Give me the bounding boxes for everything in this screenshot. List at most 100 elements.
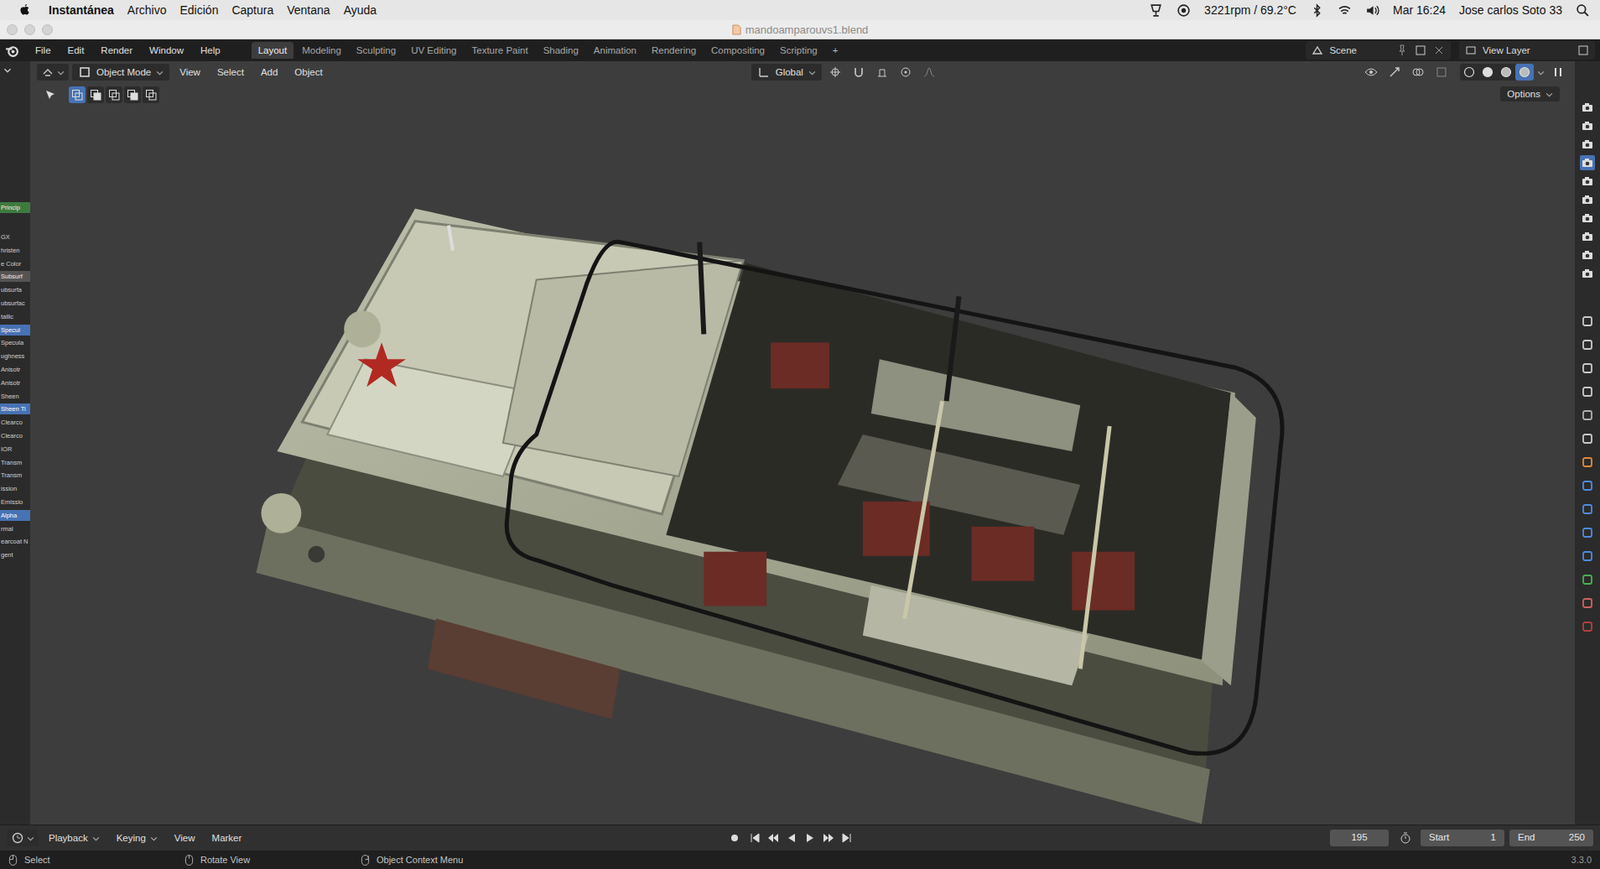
- render-toggle[interactable]: [1579, 136, 1595, 152]
- jump-start-icon[interactable]: [748, 831, 762, 845]
- socket-label[interactable]: Emissio: [0, 496, 31, 508]
- property-tab[interactable]: [1580, 502, 1595, 516]
- socket-label[interactable]: IOR: [0, 443, 31, 455]
- volume-icon[interactable]: [1365, 3, 1380, 18]
- socket-label[interactable]: earcoat N: [0, 535, 31, 547]
- socket-label[interactable]: Sheen Ti: [0, 403, 31, 415]
- menu-item[interactable]: Captura: [231, 3, 274, 17]
- workspace-tab[interactable]: UV Editing: [404, 41, 463, 59]
- app-menu-item[interactable]: File: [27, 42, 59, 58]
- snap-icon[interactable]: [851, 65, 866, 79]
- property-tab[interactable]: [1580, 314, 1595, 328]
- render-toggle[interactable]: [1579, 228, 1595, 245]
- socket-label[interactable]: GX: [0, 231, 31, 243]
- workspace-tab[interactable]: Animation: [587, 41, 644, 59]
- timeline-menu[interactable]: Keying: [109, 831, 165, 845]
- workspace-tab[interactable]: Compositing: [704, 41, 772, 59]
- snap-target-icon[interactable]: [875, 65, 889, 79]
- workspace-tab[interactable]: Rendering: [644, 41, 703, 59]
- editor-type-button[interactable]: [6, 829, 39, 847]
- socket-label[interactable]: Clearco: [0, 416, 31, 428]
- socket-label[interactable]: Alpha: [0, 509, 31, 521]
- clock[interactable]: Mar 16:24: [1392, 3, 1446, 17]
- shading-mode-button[interactable]: [1459, 63, 1479, 81]
- pivot-icon[interactable]: [828, 65, 842, 79]
- select-mode-button[interactable]: [142, 86, 160, 104]
- render-toggle[interactable]: [1579, 247, 1595, 263]
- zoom-button[interactable]: [41, 24, 53, 36]
- workspace-tab[interactable]: Texture Paint: [465, 41, 536, 59]
- property-tab[interactable]: [1580, 478, 1595, 493]
- menu-item[interactable]: Ayuda: [343, 3, 377, 17]
- scene-selector[interactable]: Scene: [1305, 41, 1451, 60]
- gizmo-icon[interactable]: [1387, 65, 1402, 79]
- viewport-canvas[interactable]: Options: [30, 83, 1575, 825]
- workspace-tab[interactable]: Scripting: [773, 41, 825, 59]
- property-tab[interactable]: [1580, 619, 1595, 634]
- view-layer-selector[interactable]: View Layer: [1459, 41, 1595, 60]
- property-tab[interactable]: [1580, 455, 1595, 469]
- viewport-menu[interactable]: Select: [210, 65, 251, 79]
- workspace-tab[interactable]: Sculpting: [349, 41, 403, 59]
- current-frame-field[interactable]: 195: [1329, 829, 1389, 847]
- pin-icon[interactable]: [1395, 43, 1409, 58]
- render-toggle[interactable]: [1579, 192, 1595, 208]
- start-frame-field[interactable]: Start1: [1420, 829, 1505, 847]
- workspace-tab[interactable]: Shading: [536, 41, 586, 59]
- socket-label[interactable]: hristen: [0, 244, 31, 256]
- dropdown-icon[interactable]: [1537, 68, 1545, 77]
- editor-type-icon[interactable]: [1, 64, 14, 77]
- fan-status[interactable]: 3221rpm / 69.2°C: [1204, 3, 1297, 17]
- property-tab[interactable]: [1580, 596, 1595, 610]
- play-icon[interactable]: [803, 831, 817, 845]
- search-icon[interactable]: [1575, 3, 1590, 18]
- armored-car-model[interactable]: [30, 83, 1575, 825]
- viewport-menu[interactable]: View: [172, 65, 208, 79]
- socket-label[interactable]: Clearco: [0, 430, 31, 442]
- shading-mode-button[interactable]: [1496, 63, 1516, 81]
- timeline-menu[interactable]: View: [167, 831, 203, 845]
- record-icon[interactable]: [727, 831, 742, 845]
- falloff-icon[interactable]: [922, 65, 936, 79]
- socket-label[interactable]: Princip: [0, 202, 31, 213]
- property-tab[interactable]: [1580, 525, 1595, 540]
- jump-end-icon[interactable]: [840, 831, 854, 845]
- property-tab[interactable]: [1580, 384, 1595, 399]
- render-toggle[interactable]: [1579, 173, 1595, 189]
- user-menu[interactable]: Jose carlos Soto 33: [1459, 3, 1563, 17]
- copy-icon[interactable]: [1576, 43, 1590, 58]
- render-toggle[interactable]: [1579, 210, 1595, 226]
- render-toggle[interactable]: [1579, 155, 1595, 171]
- menu-item[interactable]: Ventana: [286, 3, 330, 17]
- timeline-menu[interactable]: Marker: [205, 831, 250, 845]
- app-menu-item[interactable]: Window: [141, 42, 192, 58]
- socket-label[interactable]: Transm: [0, 469, 31, 481]
- socket-label[interactable]: rmal: [0, 523, 31, 535]
- viewport-menu[interactable]: Add: [254, 65, 285, 79]
- proportional-edit-icon[interactable]: [898, 65, 913, 79]
- xray-icon[interactable]: [1434, 65, 1449, 79]
- property-tab[interactable]: [1580, 431, 1595, 446]
- orientation-dropdown[interactable]: Global: [751, 63, 822, 81]
- socket-label[interactable]: ission: [0, 483, 31, 494]
- add-workspace-button[interactable]: +: [825, 41, 846, 59]
- workspace-tab[interactable]: Modeling: [295, 41, 349, 59]
- socket-label[interactable]: tallic: [0, 311, 31, 323]
- select-box-icon[interactable]: [43, 88, 58, 102]
- property-tab[interactable]: [1580, 361, 1595, 375]
- menu-item[interactable]: Edición: [180, 3, 219, 17]
- close-icon[interactable]: [1432, 43, 1446, 58]
- render-toggle[interactable]: [1579, 118, 1595, 134]
- socket-label[interactable]: Specula: [0, 337, 31, 349]
- select-mode-button[interactable]: [124, 86, 141, 104]
- socket-label[interactable]: Subsurf: [0, 270, 31, 282]
- options-dropdown[interactable]: Options: [1500, 86, 1560, 102]
- property-tab[interactable]: [1580, 572, 1595, 587]
- apple-icon[interactable]: [18, 3, 31, 17]
- select-mode-button[interactable]: [87, 86, 104, 104]
- app-menu-item[interactable]: Render: [93, 42, 141, 58]
- app-menu-item[interactable]: Help: [192, 42, 229, 58]
- bluetooth-icon[interactable]: [1309, 3, 1325, 18]
- render-toggle[interactable]: [1579, 265, 1595, 281]
- select-mode-button[interactable]: [105, 86, 123, 104]
